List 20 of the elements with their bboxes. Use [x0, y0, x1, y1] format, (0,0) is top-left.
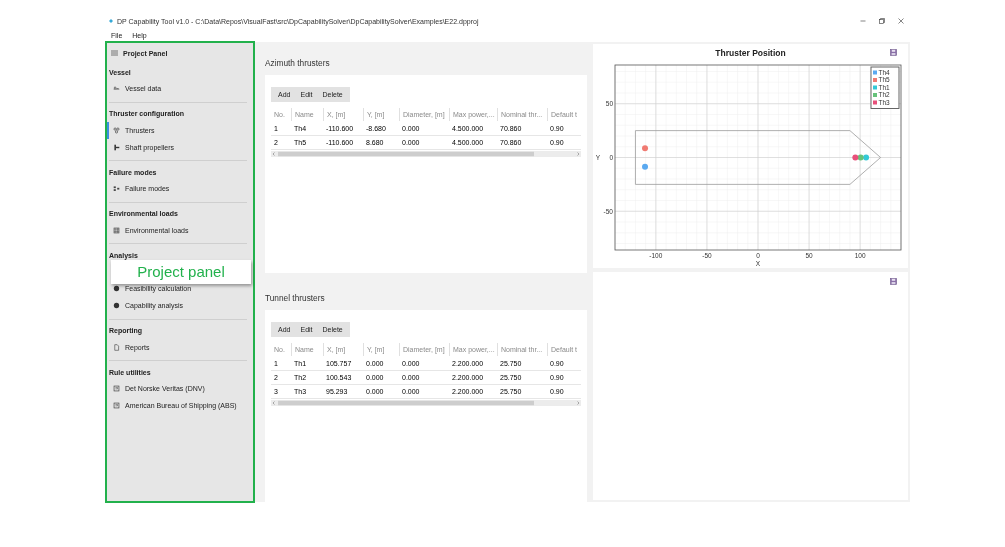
horizontal-scrollbar[interactable]	[271, 400, 581, 406]
grid-icon	[113, 226, 120, 234]
chart-title: Thruster Position	[715, 48, 786, 58]
propeller-icon	[113, 143, 120, 151]
blocks-icon	[113, 185, 120, 192]
disc-icon	[113, 302, 120, 309]
save-icon[interactable]	[890, 278, 897, 285]
callout-label: Project panel	[111, 259, 251, 284]
minimize-icon	[859, 18, 866, 24]
legend-box	[870, 66, 900, 109]
horizontal-scrollbar[interactable]	[271, 151, 581, 157]
document-icon	[113, 343, 120, 351]
restore-icon	[878, 18, 885, 24]
save-icon[interactable]	[890, 49, 897, 56]
circles-icon	[113, 126, 120, 134]
disc-icon	[113, 285, 120, 292]
section-heading: Azimuth thrusters	[265, 58, 330, 69]
close-icon	[897, 18, 904, 24]
section-heading: Tunnel thrusters	[265, 293, 325, 304]
app-icon	[108, 18, 114, 24]
